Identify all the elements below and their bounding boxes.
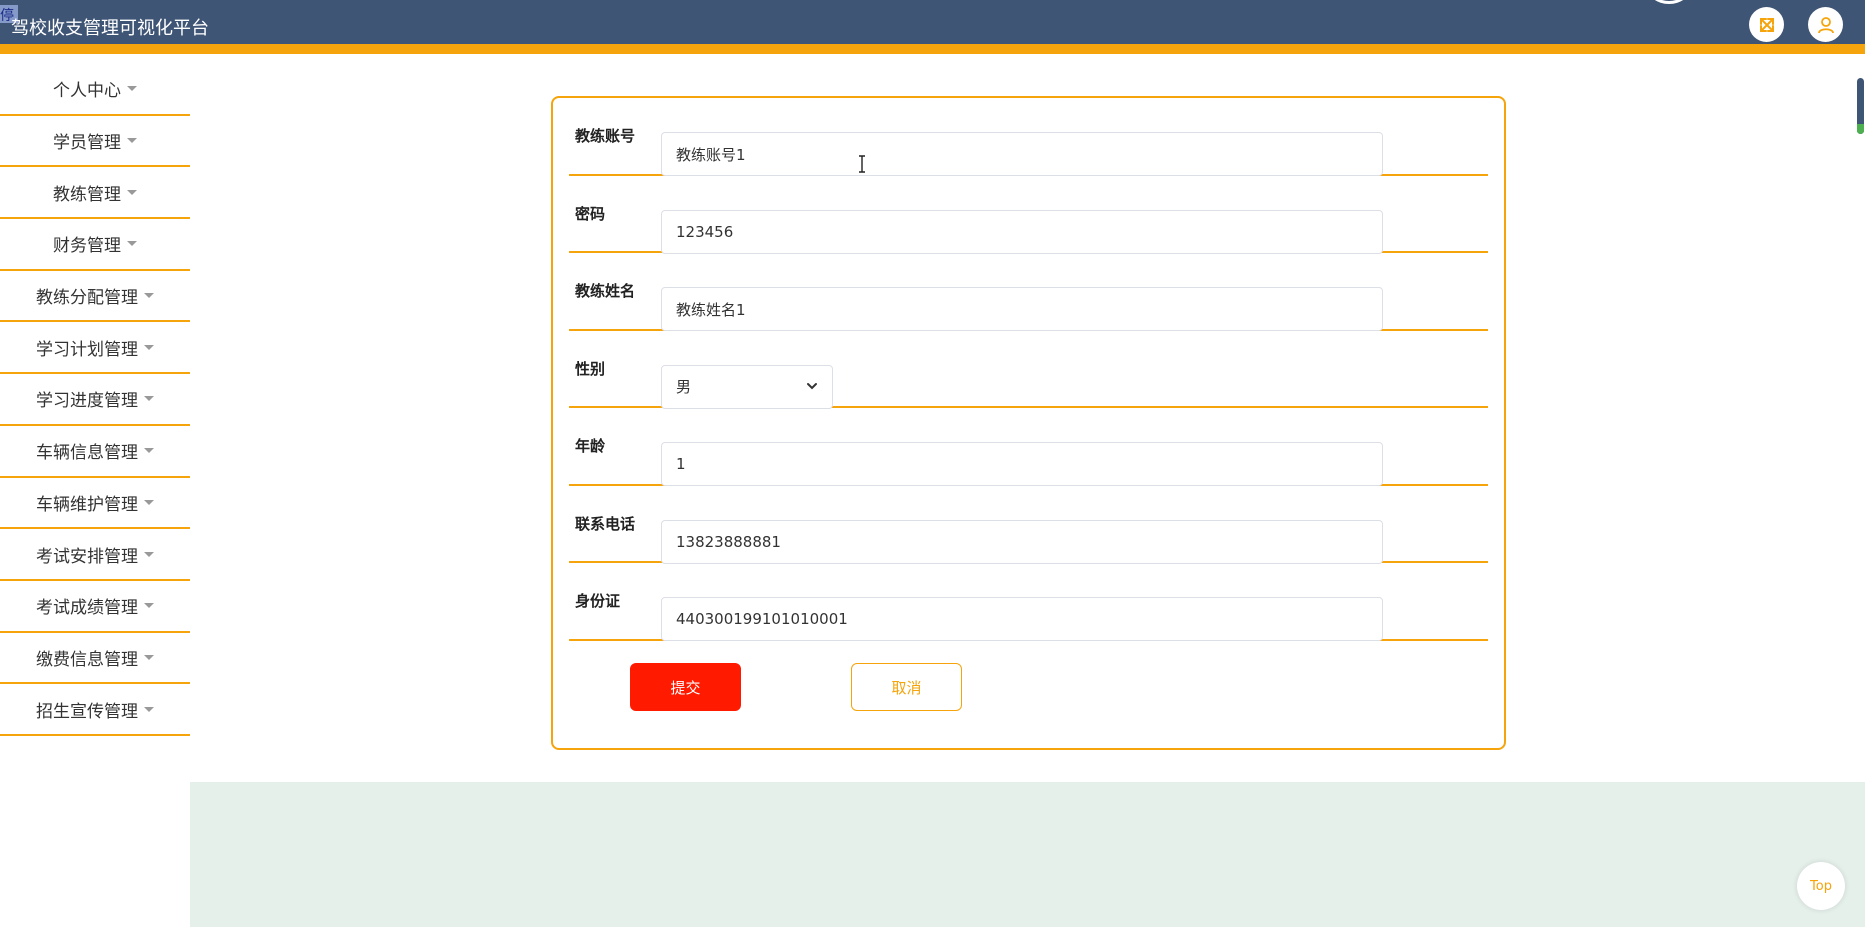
sidebar-item-label: 招生宣传管理 (36, 701, 138, 722)
sidebar-item-finance-management[interactable]: 财务管理 (0, 219, 190, 271)
sidebar-item-vehicle-info[interactable]: 车辆信息管理 (0, 426, 190, 478)
user-icon (1817, 16, 1834, 33)
phone-input[interactable] (661, 519, 1383, 564)
sidebar-item-label: 教练管理 (53, 184, 121, 205)
coach-name-label: 教练姓名 (575, 282, 636, 301)
caret-down-icon (144, 344, 154, 350)
coach-account-label: 教练账号 (575, 127, 636, 146)
text-cursor-icon (859, 155, 865, 173)
caret-down-icon (144, 603, 154, 609)
sidebar-item-study-plan[interactable]: 学习计划管理 (0, 322, 190, 375)
sidebar-item-enrollment-promotion[interactable]: 招生宣传管理 (0, 684, 190, 736)
page-scrollbar[interactable] (1857, 78, 1864, 134)
sidebar-item-vehicle-maintenance[interactable]: 车辆维护管理 (0, 478, 190, 530)
caret-down-icon (127, 241, 137, 247)
phone-label: 联系电话 (575, 514, 636, 533)
cancel-button[interactable]: 取消 (851, 663, 962, 711)
caret-down-icon (144, 551, 154, 557)
sidebar-item-label: 学习计划管理 (36, 339, 138, 360)
sidebar-item-label: 个人中心 (53, 81, 121, 102)
sidebar-item-exam-scores[interactable]: 考试成绩管理 (0, 581, 190, 633)
form-row-gender: 性别 男 (569, 331, 1488, 409)
sidebar-item-label: 考试安排管理 (36, 546, 138, 567)
sidebar-item-coach-assignment[interactable]: 教练分配管理 (0, 271, 190, 323)
id-card-input[interactable] (661, 597, 1383, 641)
sidebar-item-personal-center[interactable]: 个人中心 (0, 64, 190, 116)
sidebar-item-label: 车辆维护管理 (36, 494, 138, 515)
sidebar-item-label: 学习进度管理 (36, 391, 138, 412)
partial-circle-decoration (1647, 0, 1691, 4)
caret-down-icon (127, 189, 137, 195)
age-input[interactable] (661, 442, 1383, 486)
sidebar-item-payment-info[interactable]: 缴费信息管理 (0, 633, 190, 685)
form-row-password: 密码 (569, 176, 1488, 254)
sidebar-item-exam-schedule[interactable]: 考试安排管理 (0, 529, 190, 581)
gender-select[interactable]: 男 (661, 364, 833, 409)
sidebar-item-label: 考试成绩管理 (36, 598, 138, 619)
form-row-coach-account: 教练账号 (569, 98, 1488, 176)
sidebar-item-label: 财务管理 (53, 236, 121, 257)
form-row-coach-name: 教练姓名 (569, 253, 1488, 331)
sidebar-item-label: 缴费信息管理 (36, 649, 138, 670)
submit-button[interactable]: 提交 (630, 663, 741, 711)
content-footer-band (190, 782, 1865, 927)
top-header: 停 驾校收支管理可视化平台 (0, 0, 1865, 54)
user-menu-button[interactable] (1808, 7, 1843, 42)
coach-edit-form: 教练账号 密码 教练姓名 性别 男 年龄 联系电话 身份证 提交 取消 (551, 96, 1506, 750)
caret-down-icon (144, 706, 154, 712)
caret-down-icon (127, 86, 137, 92)
sidebar-item-label: 车辆信息管理 (36, 443, 138, 464)
gender-label: 性别 (575, 359, 606, 378)
sidebar-item-coach-management[interactable]: 教练管理 (0, 167, 190, 220)
sidebar-nav: 个人中心 学员管理 教练管理 财务管理 教练分配管理 学习计划管理 学习进度管理… (0, 64, 190, 736)
coach-account-input[interactable] (661, 132, 1383, 176)
id-card-label: 身份证 (575, 592, 621, 611)
age-label: 年龄 (575, 437, 606, 456)
password-label: 密码 (575, 204, 606, 223)
caret-down-icon (127, 138, 137, 144)
caret-down-icon (144, 448, 154, 454)
app-title: 驾校收支管理可视化平台 (11, 18, 209, 39)
gender-selected-value: 男 (676, 378, 692, 396)
form-row-age: 年龄 (569, 408, 1488, 486)
form-row-id-card: 身份证 (569, 563, 1488, 641)
sidebar-item-label: 学员管理 (53, 133, 121, 154)
form-row-phone: 联系电话 (569, 486, 1488, 564)
chevron-down-icon (806, 378, 818, 396)
caret-down-icon (144, 396, 154, 402)
back-to-top-button[interactable]: Top (1797, 862, 1845, 910)
sidebar-item-study-progress[interactable]: 学习进度管理 (0, 374, 190, 426)
fullscreen-button[interactable] (1749, 7, 1784, 42)
sidebar-item-student-management[interactable]: 学员管理 (0, 116, 190, 168)
coach-name-input[interactable] (661, 287, 1383, 331)
caret-down-icon (144, 654, 154, 660)
caret-down-icon (144, 499, 154, 505)
password-input[interactable] (661, 209, 1383, 254)
expand-arrows-icon (1759, 17, 1774, 32)
caret-down-icon (144, 293, 154, 299)
sidebar-item-label: 教练分配管理 (36, 288, 138, 309)
